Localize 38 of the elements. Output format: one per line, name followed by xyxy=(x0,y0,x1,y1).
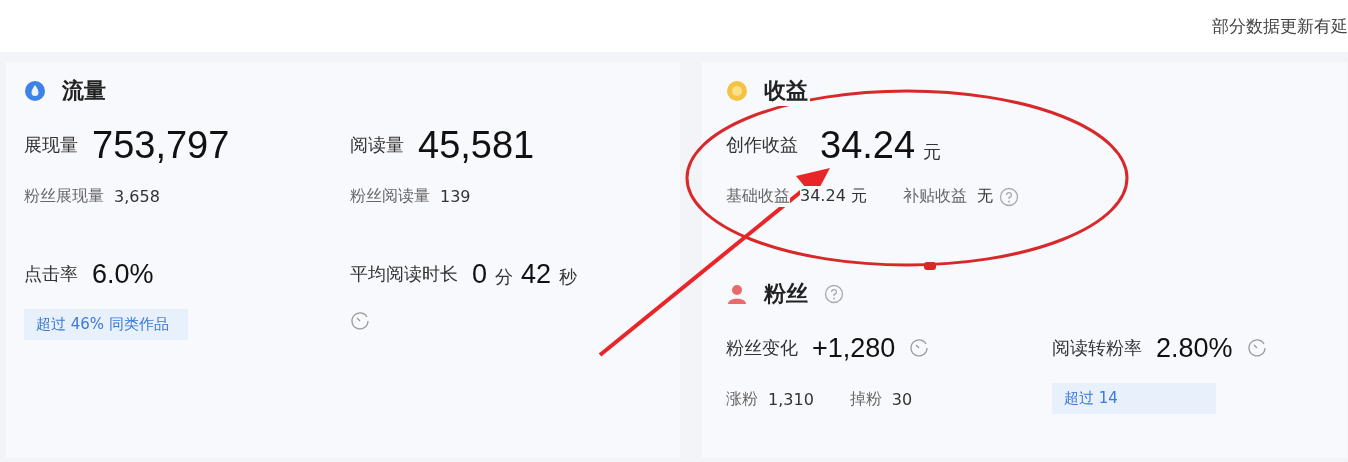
metric-value: +1,280 xyxy=(812,332,896,364)
person-icon xyxy=(726,283,748,305)
sub-label: 粉丝展现量 xyxy=(24,186,104,207)
sub-label: 补贴收益 xyxy=(902,186,967,207)
metric-label: 粉丝变化 xyxy=(726,336,798,360)
comparison-badge: 超过 14 xyxy=(1052,383,1216,414)
coin-icon xyxy=(726,80,748,102)
metric-label: 阅读转粉率 xyxy=(1052,336,1142,360)
sub-value: 1,310 xyxy=(768,390,814,409)
help-icon[interactable] xyxy=(824,284,844,304)
sub-label: 粉丝阅读量 xyxy=(350,186,430,207)
metric-label: 点击率 xyxy=(24,262,78,286)
clock-icon[interactable] xyxy=(350,311,370,331)
metric-value: 34.24 xyxy=(820,123,916,167)
metric-value: 753,797 xyxy=(92,123,230,167)
metric-label: 创作收益 xyxy=(726,133,798,157)
notice-text: 部分数据更新有延 xyxy=(1212,14,1348,38)
sub-label: 基础收益 xyxy=(726,186,790,207)
unit-label: 分 xyxy=(495,264,514,289)
sub-label: 涨粉 xyxy=(726,389,758,410)
metric-value: 6.0% xyxy=(92,258,154,290)
comparison-badge: 超过 46% 同类作品 xyxy=(24,309,188,340)
metric-value: 0 xyxy=(472,258,488,290)
clock-icon[interactable] xyxy=(1246,338,1267,358)
metric-label: 展现量 xyxy=(24,133,78,157)
metric-value: 45,581 xyxy=(418,123,535,167)
unit-label: 秒 xyxy=(559,264,578,289)
sub-value: 3,658 xyxy=(114,187,160,206)
help-icon[interactable] xyxy=(998,186,1019,207)
unit-label: 元 xyxy=(923,139,942,164)
metric-label: 平均阅读时长 xyxy=(350,262,458,286)
drop-icon xyxy=(24,80,46,102)
metric-value: 2.80% xyxy=(1156,332,1233,364)
section-title: 收益 xyxy=(762,76,810,106)
sub-label: 掉粉 xyxy=(849,389,882,410)
clock-icon[interactable] xyxy=(909,338,930,358)
metric-value: 42 xyxy=(521,258,552,290)
metric-label: 阅读量 xyxy=(350,133,404,157)
